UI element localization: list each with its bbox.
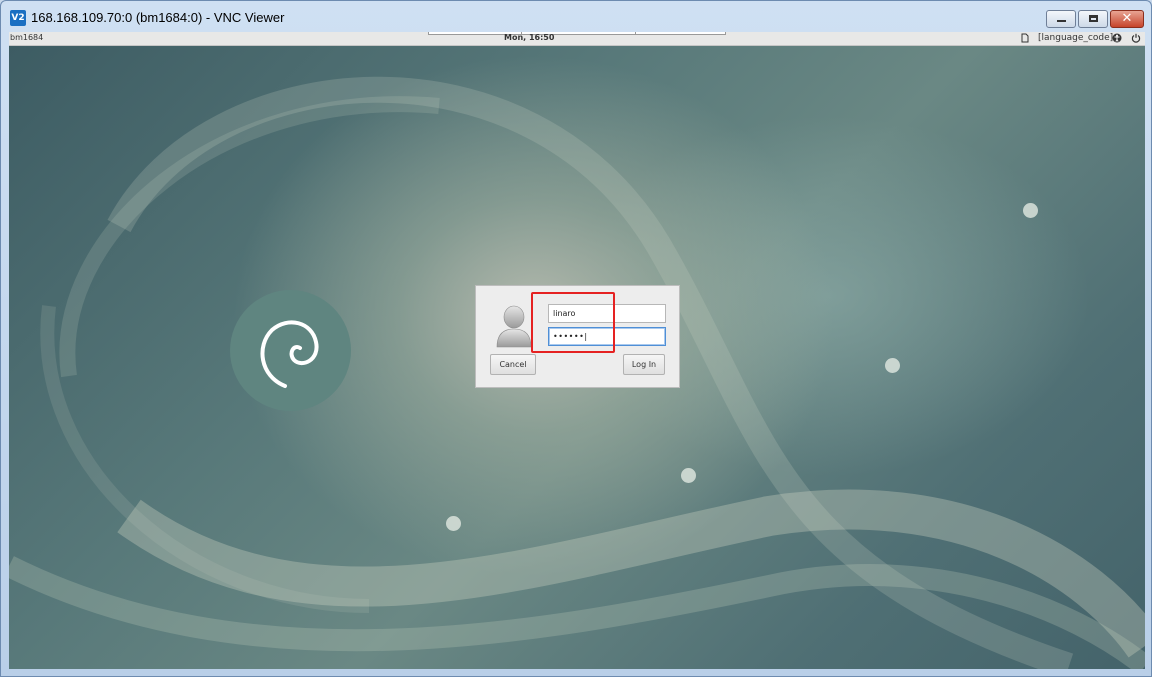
debian-swirl-icon bbox=[260, 320, 319, 388]
window-title: 168.168.109.70:0 (bm1684:0) - VNC Viewer bbox=[31, 10, 285, 25]
debian-logo-badge bbox=[230, 290, 351, 411]
document-icon[interactable] bbox=[1021, 33, 1029, 46]
minimize-button[interactable] bbox=[1046, 10, 1076, 28]
vnc-app-icon: V2 bbox=[10, 10, 26, 26]
maximize-button[interactable] bbox=[1078, 10, 1108, 28]
vnc-viewer-window: V2 168.168.109.70:0 (bm1684:0) - VNC Vie… bbox=[0, 0, 1152, 677]
close-button[interactable]: ✕ bbox=[1110, 10, 1144, 28]
remote-screen[interactable]: bm1684 Mon, 16:50 [language_code] linaro… bbox=[9, 32, 1145, 669]
wallpaper-dot bbox=[681, 468, 696, 483]
wallpaper-dot bbox=[885, 358, 900, 373]
title-bar[interactable]: V2 168.168.109.70:0 (bm1684:0) - VNC Vie… bbox=[1, 1, 1151, 33]
accessibility-icon[interactable] bbox=[1112, 33, 1122, 46]
minimize-icon bbox=[1057, 20, 1066, 22]
user-avatar-icon bbox=[496, 305, 532, 348]
cancel-button[interactable]: Cancel bbox=[490, 354, 536, 375]
wallpaper-dot bbox=[446, 516, 461, 531]
power-icon[interactable] bbox=[1131, 33, 1141, 46]
maximize-icon bbox=[1089, 15, 1098, 22]
hostname-label: bm1684 bbox=[10, 33, 44, 42]
red-highlight-box bbox=[531, 292, 615, 353]
close-icon: ✕ bbox=[1121, 11, 1133, 26]
wallpaper-dot bbox=[1023, 203, 1038, 218]
language-indicator[interactable]: [language_code] bbox=[1038, 33, 1113, 43]
clock[interactable]: Mon, 16:50 bbox=[504, 33, 554, 42]
gnome-top-bar: bm1684 Mon, 16:50 [language_code] bbox=[9, 32, 1145, 46]
top-bar-frame bbox=[428, 32, 726, 35]
log-in-button[interactable]: Log In bbox=[623, 354, 665, 375]
